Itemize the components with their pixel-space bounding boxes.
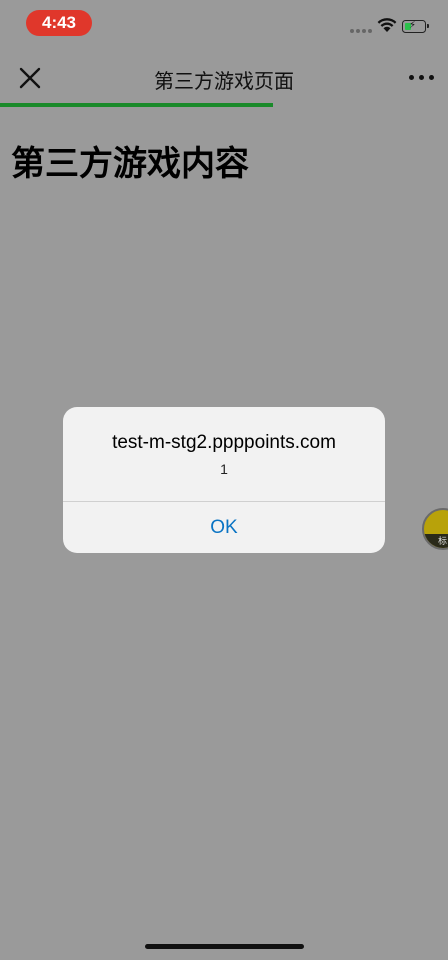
status-time: 4:43	[26, 10, 92, 36]
status-bar: 4:43 ⚡	[0, 0, 448, 48]
floating-assistant-button[interactable]: 标	[422, 508, 448, 550]
content-heading: 第三方游戏内容	[11, 145, 249, 183]
more-dots-icon[interactable]	[409, 75, 434, 80]
load-progress-bar	[0, 103, 448, 107]
battery-icon: ⚡	[402, 20, 429, 33]
ok-button[interactable]: OK	[63, 502, 385, 553]
floating-badge-label: 标	[438, 536, 448, 546]
alert-dialog: test-m-stg2.ppppoints.com 1 OK	[63, 407, 385, 553]
cellular-signal-icon	[350, 29, 372, 33]
nav-bar: 第三方游戏页面	[0, 48, 448, 104]
page-title: 第三方游戏页面	[154, 71, 294, 93]
wifi-icon	[377, 18, 397, 32]
load-progress-fill	[0, 103, 274, 107]
home-indicator[interactable]	[145, 944, 304, 949]
alert-title: test-m-stg2.ppppoints.com	[112, 432, 336, 453]
alert-message: 1	[220, 461, 228, 477]
